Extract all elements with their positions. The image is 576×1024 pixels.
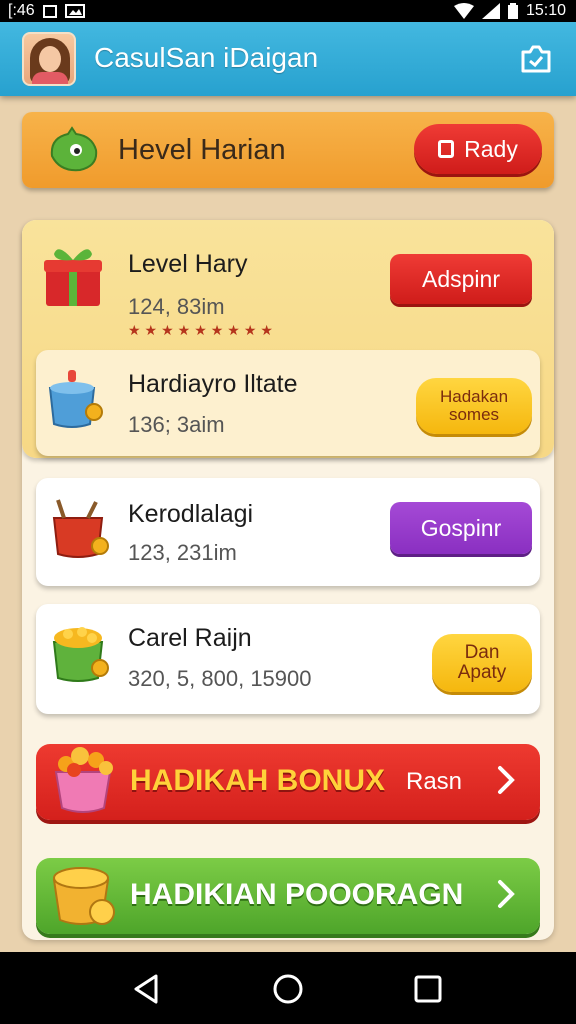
- recents-icon[interactable]: [411, 972, 445, 1006]
- notification-icon: [42, 4, 57, 18]
- home-icon[interactable]: [271, 972, 305, 1006]
- pot-icon: [48, 370, 103, 428]
- row-title: Hardiayro Iltate: [128, 370, 298, 398]
- dino-icon: [50, 126, 98, 172]
- app-bar: CasulSan iDaigan: [0, 22, 576, 96]
- calendar-icon: [438, 140, 455, 158]
- status-time-left: [:46: [8, 2, 35, 19]
- list-item: Hardiayro Iltate 136; 3aim Hadakan somes: [36, 350, 540, 456]
- bonus-red-button[interactable]: HADIKAH BONUX Rasn: [36, 744, 540, 820]
- featured-group: Level Hary 124, 83im ★★★★★★★★★ Adspinr H…: [22, 220, 554, 458]
- app-title: CasulSan iDaigan: [94, 42, 319, 73]
- battery-icon: [507, 3, 518, 19]
- ready-button-label: Rady: [464, 135, 518, 162]
- chevron-right-icon: [498, 766, 515, 794]
- status-time-right: 15:10: [525, 2, 566, 19]
- star-rating: ★★★★★★★★★: [128, 322, 277, 338]
- bonus-red-label: HADIKAH BONUX: [130, 764, 385, 797]
- row-title: Level Hary: [128, 250, 248, 278]
- avatar[interactable]: [22, 32, 76, 86]
- system-nav-bar: [0, 952, 576, 1024]
- row-title: Carel Raijn: [128, 624, 252, 652]
- candy-pot-icon: [54, 747, 113, 813]
- status-bar: [:46 15:10: [0, 0, 576, 22]
- row-action-button[interactable]: Hadakan somes: [416, 378, 532, 434]
- signal-icon: [481, 3, 500, 19]
- photo-icon: [64, 4, 85, 18]
- bonus-green-button[interactable]: HADIKIAN POOORAGN: [36, 858, 540, 934]
- settings-icon[interactable]: [520, 44, 552, 74]
- bonus-green-label: HADIKIAN POOORAGN: [130, 878, 464, 911]
- chevron-right-icon: [498, 880, 515, 908]
- ready-button[interactable]: Rady: [414, 124, 542, 174]
- wifi-icon: [453, 3, 474, 19]
- list-item: Carel Raijn 320, 5, 800, 15900 Dan Apaty: [36, 604, 540, 714]
- coin-bucket-icon: [52, 627, 109, 682]
- gift-box-icon: [44, 249, 102, 306]
- row-subtitle: 124, 83im: [128, 294, 225, 319]
- daily-level-banner: Hevel Harian Rady: [22, 112, 554, 188]
- row-subtitle: 136; 3aim: [128, 412, 225, 437]
- basket-icon: [52, 499, 109, 558]
- list-item: Kerodlalagi 123, 231im Gospinr: [36, 478, 540, 586]
- back-icon[interactable]: [130, 972, 164, 1006]
- row-subtitle: 123, 231im: [128, 540, 237, 565]
- row-action-button[interactable]: Dan Apaty: [432, 634, 532, 692]
- row-action-button[interactable]: Adspinr: [390, 254, 532, 304]
- banner-title: Hevel Harian: [118, 134, 286, 166]
- row-action-button[interactable]: Gospinr: [390, 502, 532, 554]
- coin-pot-icon: [52, 867, 115, 925]
- level-list-panel: Level Hary 124, 83im ★★★★★★★★★ Adspinr H…: [22, 220, 554, 940]
- row-subtitle: 320, 5, 800, 15900: [128, 666, 312, 691]
- row-title: Kerodlalagi: [128, 500, 254, 528]
- bonus-red-extra: Rasn: [406, 768, 463, 795]
